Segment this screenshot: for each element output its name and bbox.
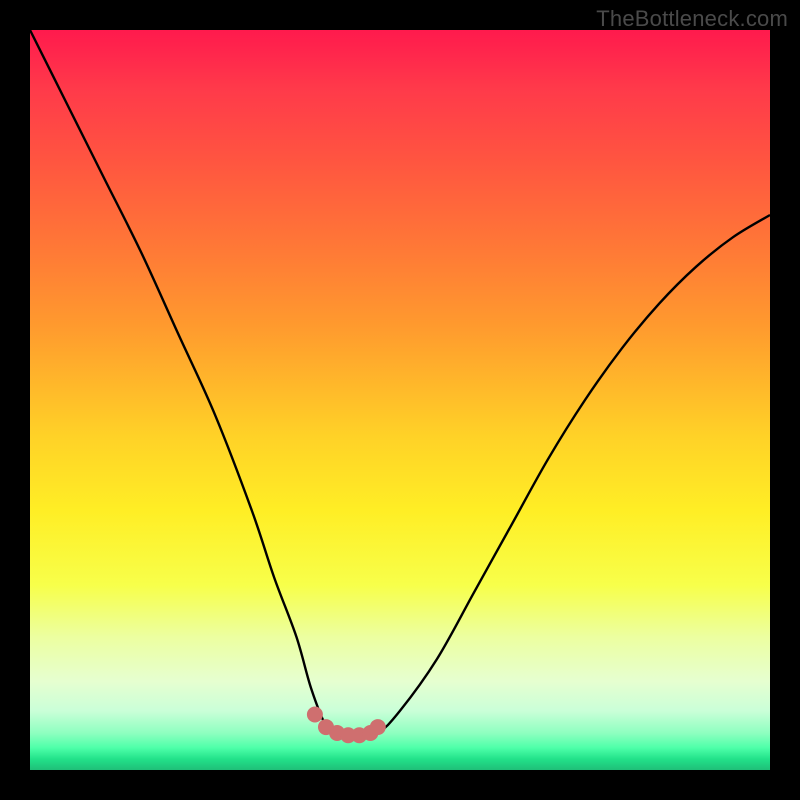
chart-svg: [30, 30, 770, 770]
bottom-dots-group: [307, 707, 386, 744]
bottom-dot: [370, 719, 386, 735]
chart-frame: TheBottleneck.com: [0, 0, 800, 800]
bottom-dot: [307, 707, 323, 723]
watermark-text: TheBottleneck.com: [596, 6, 788, 32]
plot-area: [30, 30, 770, 770]
bottleneck-curve: [30, 30, 770, 738]
